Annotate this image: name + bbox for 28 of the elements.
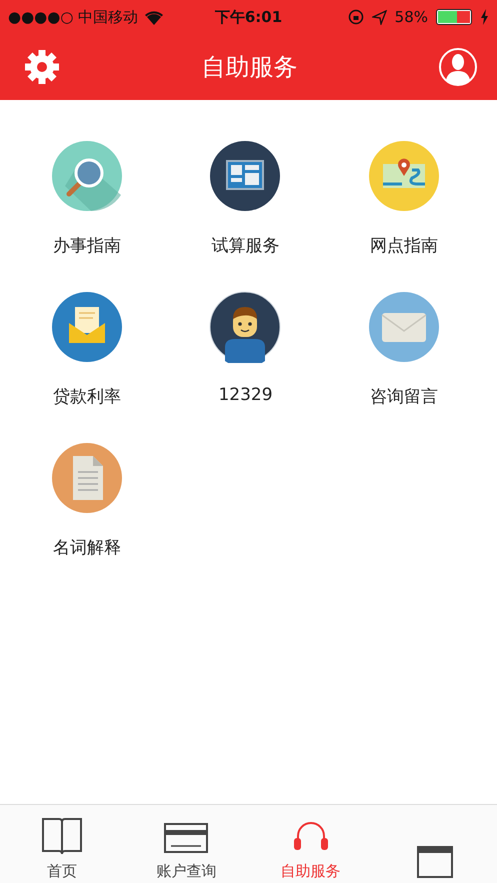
- search-icon: [51, 140, 124, 212]
- tab-item[interactable]: 自助服务: [248, 805, 373, 883]
- battery-icon: [436, 9, 472, 25]
- service-label[interactable]: 试算服务: [211, 234, 280, 257]
- wifi-icon: [144, 10, 164, 24]
- rotation-lock-icon: [348, 9, 364, 25]
- service-label[interactable]: 贷款利率: [53, 385, 122, 408]
- document-icon: [51, 442, 124, 514]
- service-label[interactable]: 名词解释: [53, 536, 122, 559]
- service-label[interactable]: 办事指南: [53, 234, 122, 257]
- clock-text: 下午6:01: [214, 8, 282, 26]
- battery-percent: 58%: [394, 8, 428, 26]
- calculator-icon: [209, 140, 282, 212]
- envelope-icon: [368, 291, 440, 363]
- agent-icon: [209, 291, 282, 363]
- service-label[interactable]: 12329: [218, 385, 273, 405]
- letter-icon: [51, 291, 124, 363]
- tab-item[interactable]: 首页: [0, 805, 124, 883]
- page-title: 自助服务: [202, 52, 298, 83]
- service-label[interactable]: 网点指南: [370, 234, 438, 257]
- tab-item[interactable]: 账户查询: [124, 805, 248, 883]
- carrier-text: ●●●●○ 中国移动: [8, 8, 138, 26]
- settings-icon[interactable]: [24, 49, 60, 85]
- profile-icon[interactable]: [439, 48, 477, 86]
- charging-icon: [480, 9, 489, 25]
- service-label[interactable]: 咨询留言: [370, 385, 438, 408]
- map-icon: [368, 140, 440, 212]
- location-icon: [372, 10, 387, 24]
